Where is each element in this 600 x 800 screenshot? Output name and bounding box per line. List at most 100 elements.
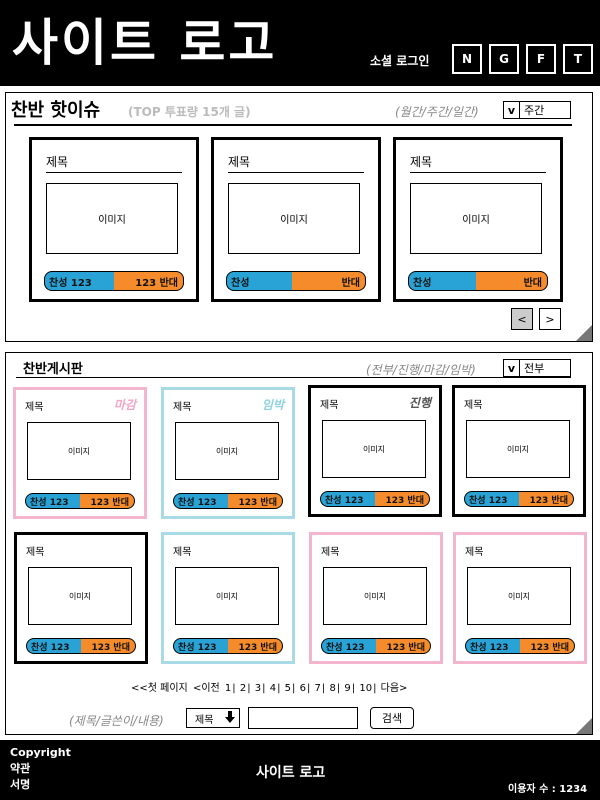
disagree-vote-button[interactable]: 123 반대 — [228, 638, 283, 654]
agree-vote-button[interactable]: 찬성 123 — [173, 638, 228, 654]
page-link[interactable]: 1 — [225, 683, 231, 694]
page-link[interactable]: 2 — [240, 683, 246, 694]
card-title: 제목 — [26, 547, 45, 558]
agree-vote-button[interactable]: 찬성 123 — [320, 491, 375, 507]
hot-issue-card[interactable]: 제목 이미지 찬성 123 123 반대 — [29, 137, 199, 302]
vote-bar: 찬성 반대 — [226, 271, 366, 291]
disagree-vote-button[interactable]: 반대 — [476, 271, 548, 291]
card-image-placeholder: 이미지 — [410, 183, 542, 254]
prev-page-link[interactable]: <이전 — [193, 683, 220, 694]
site-footer: Copyright 약관 서명 사이트 로고 이용자 수 : 1234 — [0, 740, 600, 800]
card-image-placeholder: 이미지 — [467, 567, 571, 625]
card-title: 제목 — [321, 547, 340, 558]
board-card[interactable]: 제목 이미지 찬성 123 123 반대 — [161, 532, 295, 664]
disagree-vote-button[interactable]: 123 반대 — [520, 638, 575, 654]
status-select[interactable]: v 전부 — [503, 359, 571, 377]
disagree-vote-button[interactable]: 123 반대 — [81, 638, 136, 654]
page-link[interactable]: 3 — [255, 683, 261, 694]
period-select[interactable]: v 주간 — [503, 101, 571, 119]
board-card[interactable]: 제목 이미지 찬성 123 123 반대 — [309, 532, 443, 664]
dropdown-icon: v — [504, 102, 520, 118]
hot-issue-card[interactable]: 제목 이미지 찬성 반대 — [211, 137, 381, 302]
hot-issue-card[interactable]: 제목 이미지 찬성 반대 — [393, 137, 563, 302]
vote-bar: 찬성 123 123 반대 — [25, 493, 135, 509]
first-page-link[interactable]: <<첫 페이지 — [131, 683, 188, 694]
page-link[interactable]: 5 — [285, 683, 291, 694]
agree-vote-button[interactable]: 찬성 123 — [465, 638, 520, 654]
search-scope-label: (제목/글쓴이/내용) — [69, 714, 164, 728]
social-login-twitter-button[interactable]: T — [563, 44, 593, 74]
footer-links: Copyright 약관 서명 — [10, 745, 71, 793]
board-card[interactable]: 제목 이미지 찬성 123 123 반대 — [14, 532, 148, 664]
search-field-select[interactable]: 제목 — [186, 708, 240, 728]
card-title: 제목 — [25, 402, 44, 413]
disagree-vote-button[interactable]: 123 반대 — [519, 491, 574, 507]
panel-corner-decoration — [576, 325, 592, 341]
hot-issue-divider — [14, 124, 572, 126]
vote-bar: 찬성 123 123 반대 — [173, 493, 283, 509]
agree-vote-button[interactable]: 찬성 123 — [173, 493, 228, 509]
period-filter-label: (월간/주간/일간) — [395, 105, 479, 119]
footer-logo[interactable]: 사이트 로고 — [256, 762, 325, 782]
vote-bar: 찬성 123 123 반대 — [465, 638, 575, 654]
social-login-naver-button[interactable]: N — [452, 44, 482, 74]
card-image-placeholder: 이미지 — [46, 183, 178, 254]
page-link[interactable]: 4 — [270, 683, 276, 694]
card-title: 제목 — [465, 547, 484, 558]
board-card[interactable]: 제목 이미지 찬성 123 123 반대 — [452, 385, 586, 517]
copyright-link[interactable]: Copyright — [10, 745, 71, 761]
signature-link[interactable]: 서명 — [10, 777, 71, 793]
status-select-value: 전부 — [524, 362, 545, 375]
agree-vote-button[interactable]: 찬성 — [408, 271, 476, 291]
vote-bar: 찬성 123 123 반대 — [44, 271, 184, 291]
page-link[interactable]: 9 — [344, 683, 350, 694]
disagree-vote-button[interactable]: 반대 — [292, 271, 366, 291]
search-input[interactable] — [248, 707, 358, 729]
agree-vote-button[interactable]: 찬성 123 — [321, 638, 376, 654]
vote-bar: 찬성 123 123 반대 — [464, 491, 574, 507]
card-image-placeholder: 이미지 — [322, 420, 426, 478]
status-badge: 진행 — [408, 396, 431, 410]
panel-corner-decoration — [576, 718, 592, 734]
board-card[interactable]: 제목 진행 이미지 찬성 123 123 반대 — [308, 385, 442, 517]
card-image-placeholder: 이미지 — [323, 567, 427, 625]
disagree-vote-button[interactable]: 123 반대 — [376, 638, 431, 654]
status-badge: 마감 — [113, 398, 136, 412]
social-login-facebook-button[interactable]: F — [526, 44, 556, 74]
board-card[interactable]: 제목 마감 이미지 찬성 123 123 반대 — [13, 387, 147, 519]
status-badge: 임박 — [261, 398, 284, 412]
agree-vote-button[interactable]: 찬성 123 — [26, 638, 81, 654]
agree-vote-button[interactable]: 찬성 123 — [44, 271, 114, 291]
board-card[interactable]: 제목 이미지 찬성 123 123 반대 — [453, 532, 587, 664]
card-title-divider — [46, 172, 182, 173]
agree-vote-button[interactable]: 찬성 123 — [464, 491, 519, 507]
page-link[interactable]: 6 — [300, 683, 306, 694]
hot-next-button[interactable]: > — [539, 308, 561, 330]
board-card[interactable]: 제목 임박 이미지 찬성 123 123 반대 — [161, 387, 295, 519]
hot-prev-button[interactable]: < — [511, 308, 533, 330]
down-arrow-icon — [225, 710, 235, 726]
page-link[interactable]: 8 — [329, 683, 335, 694]
agree-vote-button[interactable]: 찬성 — [226, 271, 292, 291]
card-title: 제목 — [173, 547, 192, 558]
period-select-value: 주간 — [524, 104, 545, 117]
page-link[interactable]: 10 — [359, 683, 372, 694]
disagree-vote-button[interactable]: 123 반대 — [80, 493, 135, 509]
visitor-count: 이용자 수 : 1234 — [508, 784, 588, 795]
agree-vote-button[interactable]: 찬성 123 — [25, 493, 80, 509]
card-title: 제목 — [464, 400, 483, 411]
page-link[interactable]: 7 — [315, 683, 321, 694]
disagree-vote-button[interactable]: 123 반대 — [375, 491, 430, 507]
card-image-placeholder: 이미지 — [175, 567, 279, 625]
social-login-google-button[interactable]: G — [489, 44, 519, 74]
site-logo[interactable]: 사이트 로고 — [12, 6, 277, 80]
disagree-vote-button[interactable]: 123 반대 — [228, 493, 283, 509]
vote-bar: 찬성 123 123 반대 — [320, 491, 430, 507]
card-image-placeholder: 이미지 — [175, 422, 279, 480]
card-title-divider — [410, 172, 546, 173]
next-page-link[interactable]: 다음> — [381, 683, 408, 694]
search-button[interactable]: 검색 — [370, 707, 414, 729]
disagree-vote-button[interactable]: 123 반대 — [114, 271, 184, 291]
card-title: 제목 — [320, 400, 339, 411]
terms-link[interactable]: 약관 — [10, 761, 71, 777]
